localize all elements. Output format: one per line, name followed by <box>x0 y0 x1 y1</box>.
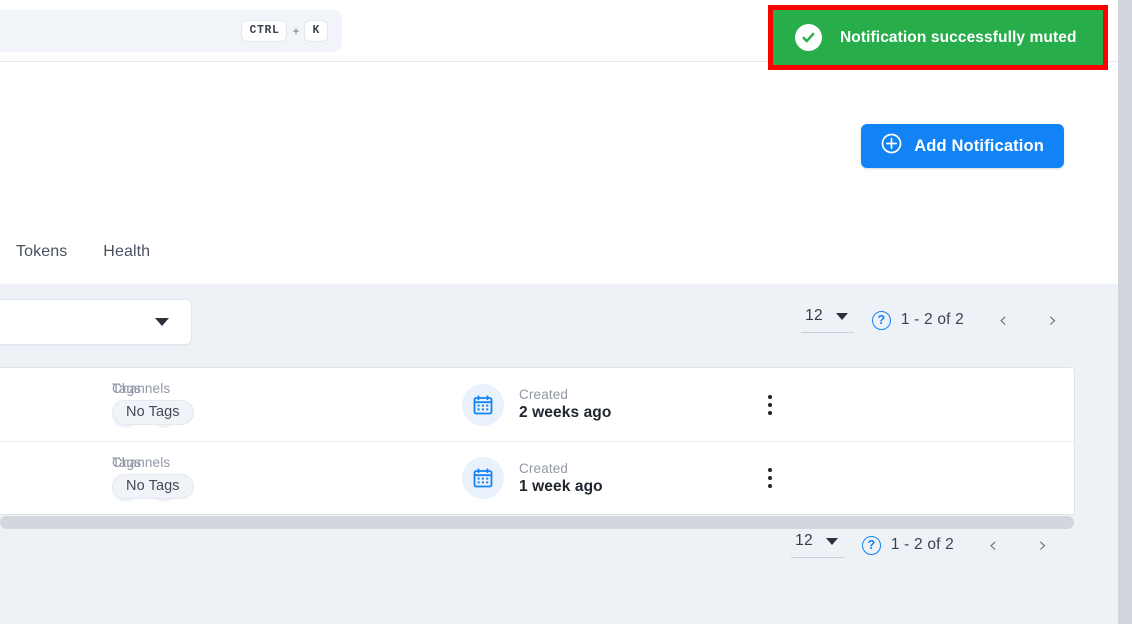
content-panel: 12 ? 1 - 2 of 2 ‹ › Channels Tags No Tag… <box>0 284 1118 624</box>
tab-health[interactable]: Health <box>85 233 168 275</box>
created-value: 2 weeks ago <box>519 404 612 421</box>
pagination-top: 12 ? 1 - 2 of 2 ‹ › <box>801 307 1068 333</box>
question-mark-icon[interactable]: ? <box>861 535 881 555</box>
search-placeholder-text: ners and fields <box>0 23 241 40</box>
add-notification-button[interactable]: Add Notification <box>861 124 1064 168</box>
table-toolbar: 12 ? 1 - 2 of 2 ‹ › <box>0 299 1118 357</box>
tab-tokens-label: Tokens <box>16 243 68 260</box>
tag-pill: No Tags <box>112 400 194 425</box>
chevron-left-icon[interactable]: ‹ <box>988 309 1018 331</box>
tab-bar: Tokens Health <box>0 233 1118 284</box>
chevron-down-icon <box>155 318 169 326</box>
tags-label: Tags <box>112 454 142 470</box>
search-shortcut-hint: CTRL + K <box>241 20 328 42</box>
plus-circle-icon <box>881 133 902 159</box>
created-label: Created <box>519 387 569 402</box>
created-text-group: Created 2 weeks ago <box>519 387 611 422</box>
created-label: Created <box>519 460 569 476</box>
channels-cell: Channels <box>0 442 178 515</box>
filter-select[interactable] <box>0 299 192 345</box>
tag-pill: No Tags <box>112 473 194 499</box>
tags-cell: Tags No Tags <box>112 442 462 515</box>
chevron-down-icon <box>825 537 838 545</box>
tags-label: Tags <box>112 381 142 396</box>
chevron-down-icon <box>835 312 848 320</box>
check-circle-icon <box>795 24 822 51</box>
search-input[interactable]: ners and fields CTRL + K <box>0 10 342 52</box>
toast-message: Notification successfully muted <box>840 28 1077 46</box>
page-range-bottom: 1 - 2 of 2 <box>890 536 954 553</box>
created-cell: Created 2 weeks ago <box>462 368 742 441</box>
page-size-value-top: 12 <box>805 307 823 324</box>
tab-health-label: Health <box>103 243 151 260</box>
page-size-value-bottom: 12 <box>795 532 813 549</box>
page-size-select-bottom[interactable]: 12 <box>791 532 844 558</box>
add-notification-label: Add Notification <box>914 136 1044 155</box>
created-text-group: Created 1 week ago <box>519 461 603 496</box>
page-header-area: Add Notification <box>0 62 1118 233</box>
kebab-menu-icon[interactable] <box>764 464 776 492</box>
tab-tokens[interactable]: Tokens <box>16 233 85 275</box>
kbd-plus: + <box>292 24 300 38</box>
row-menu-cell <box>742 442 798 515</box>
notifications-table: Channels Tags No Tags Created 2 weeks ag… <box>0 368 1074 514</box>
channels-cell: Channels <box>0 368 178 441</box>
tags-cell: Tags No Tags <box>112 368 462 441</box>
toast-notification[interactable]: Notification successfully muted <box>773 10 1103 65</box>
chevron-right-icon[interactable]: › <box>1028 534 1058 556</box>
created-value: 1 week ago <box>519 477 603 495</box>
table-row[interactable]: Channels <box>0 368 1074 441</box>
toast-highlight-box: Notification successfully muted <box>768 5 1108 70</box>
created-cell: Created 1 week ago <box>462 442 742 515</box>
horizontal-scrollbar[interactable] <box>0 516 1074 529</box>
table-row[interactable]: Channels <box>0 441 1074 514</box>
question-mark-icon[interactable]: ? <box>871 310 891 330</box>
chevron-right-icon[interactable]: › <box>1038 309 1068 331</box>
calendar-icon <box>462 457 504 499</box>
calendar-icon <box>462 383 504 426</box>
pagination-bottom: 12 ? 1 - 2 of 2 ‹ › <box>791 532 1058 558</box>
vertical-scrollbar[interactable] <box>1118 0 1132 624</box>
app-root: ners and fields CTRL + K Notification su… <box>0 0 1132 624</box>
page-size-select-top[interactable]: 12 <box>801 307 854 333</box>
kbd-k: K <box>304 20 328 42</box>
chevron-left-icon[interactable]: ‹ <box>978 534 1008 556</box>
kebab-menu-icon[interactable] <box>764 391 776 419</box>
kbd-ctrl: CTRL <box>241 20 288 42</box>
page-range-top: 1 - 2 of 2 <box>900 311 964 328</box>
row-menu-cell <box>742 368 798 441</box>
